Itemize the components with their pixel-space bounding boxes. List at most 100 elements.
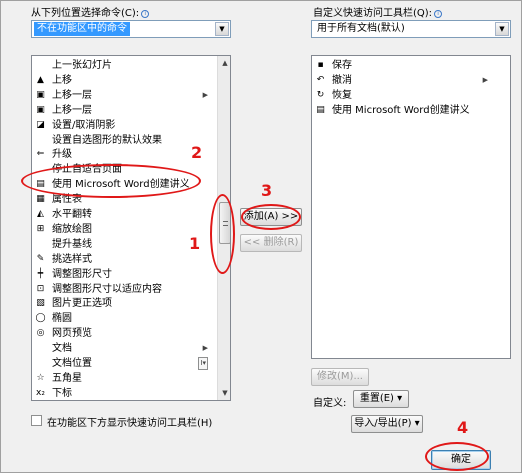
right_panel-item-label: 使用 Microsoft Word创建讲义	[332, 104, 470, 116]
cursor-dropdown-icon: I▾	[198, 357, 208, 370]
remove-button[interactable]: << 删除(R)	[240, 234, 302, 252]
left_panel-item[interactable]: ◯ 椭圆	[32, 311, 216, 326]
flip-horizontal-icon: ◭	[37, 209, 44, 219]
left_panel-item-label: 调整图形尺寸	[52, 268, 112, 280]
star-icon: ☆	[36, 372, 45, 383]
left_panel-item[interactable]: ┿ 调整图形尺寸	[32, 267, 216, 282]
submenu-arrow-icon: ▶	[202, 90, 208, 99]
show-below-ribbon-label: 在功能区下方显示快速访问工具栏(H)	[47, 418, 213, 429]
annotation-number-4: 4	[457, 418, 469, 437]
undo-icon: ↶	[316, 74, 325, 85]
info-icon: i	[434, 10, 443, 18]
right_panel-item[interactable]: ↻ 恢复	[312, 88, 496, 103]
left_panel-item-label: 下标	[52, 387, 72, 399]
blank-icon	[35, 358, 46, 369]
picture-correct-icon: ▧	[36, 298, 45, 309]
submenu-arrow-icon: ▶	[202, 344, 208, 353]
modify-button[interactable]: 修改(M)...	[311, 368, 369, 386]
import-export-button[interactable]: 导入/导出(P) ▾	[351, 415, 423, 433]
choose-commands-combo[interactable]: 不在功能区中的命令 ▼	[31, 20, 231, 38]
customize-qat-label: 自定义快速访问工具栏(Q): i	[313, 4, 443, 19]
show-below-ribbon-checkbox[interactable]	[31, 415, 42, 426]
left_panel-item[interactable]: x₂ 下标	[32, 386, 216, 400]
left_panel-item-label: 挑选样式	[52, 253, 92, 265]
web-preview-icon: ◎	[36, 328, 45, 339]
annotation-oval-2	[21, 164, 201, 198]
annotation-oval-1	[210, 194, 235, 274]
left_panel-item[interactable]: 设置自选图形的默认效果	[32, 133, 216, 148]
annotation-number-1: 1	[189, 234, 201, 253]
left_panel-item[interactable]: ◭ 水平翻转	[32, 207, 216, 222]
left_panel-item[interactable]: ⊡ 调整图形尺寸以适应内容	[32, 282, 216, 297]
qat-scope-combo[interactable]: 用于所有文档(默认) ▼	[311, 20, 511, 38]
scale-drawing-icon: ⊞	[36, 223, 45, 234]
save-icon: ▪	[317, 60, 324, 70]
annotation-oval-4	[425, 442, 489, 471]
scroll-down-icon[interactable]: ▼	[218, 386, 230, 400]
right_panel-item[interactable]: ▤ 使用 Microsoft Word创建讲义	[312, 103, 496, 118]
blank-icon	[35, 135, 46, 146]
promote-arrow-icon: ⇐	[36, 149, 45, 160]
left_panel-item-label: 升级	[52, 149, 72, 161]
left_panel-item[interactable]: ▣ 上移一层 ▶	[32, 88, 216, 103]
left_panel-item-label: 调整图形尺寸以适应内容	[52, 283, 162, 295]
left_panel-item[interactable]: ▣ 上移一层	[32, 103, 216, 118]
qat-scope-value: 用于所有文档(默认)	[317, 23, 405, 34]
left_panel-item[interactable]: 上一张幻灯片	[32, 58, 216, 73]
left_panel-item-label: 上一张幻灯片	[52, 60, 112, 71]
left_panel-item-label: 文档位置	[52, 358, 92, 369]
left_panel-item[interactable]: ◪ 设置/取消阴影	[32, 118, 216, 133]
annotation-number-2: 2	[191, 143, 203, 162]
left_panel-item-label: 缩放绘图	[52, 223, 92, 235]
triangle-up-icon: ▲	[37, 74, 44, 85]
redo-icon: ↻	[316, 89, 325, 100]
left_panel-item[interactable]: ▲ 上移	[32, 73, 216, 88]
slide-icon	[35, 60, 46, 71]
scroll-up-icon[interactable]: ▲	[218, 56, 230, 70]
blank-icon	[35, 239, 46, 250]
chevron-down-icon[interactable]: ▼	[215, 22, 229, 36]
left_panel-item-label: 上移一层	[52, 89, 92, 101]
right_panel-item-label: 撤消	[332, 74, 352, 86]
left_panel-item-label: 网页预览	[52, 328, 92, 340]
bring-forward-icon: ▣	[36, 89, 45, 100]
resize-fit-icon: ⊡	[36, 283, 45, 294]
annotation-number-3: 3	[261, 181, 273, 200]
left_panel-item-label: 设置/取消阴影	[52, 119, 116, 131]
left_panel-item[interactable]: ☆ 五角星	[32, 371, 216, 386]
left_panel-item-label: 文档	[52, 343, 72, 355]
choose-commands-value: 不在功能区中的命令	[34, 22, 130, 36]
right_panel-item[interactable]: ▪ 保存	[312, 58, 496, 73]
resize-shape-icon: ┿	[37, 268, 44, 279]
left_panel-item-label: 上移一层	[52, 104, 92, 116]
reset-button[interactable]: 重置(E) ▾	[353, 390, 409, 408]
left_panel-item[interactable]: ▧ 图片更正选项	[32, 296, 216, 311]
left_panel-item[interactable]: 文档 ▶	[32, 341, 216, 356]
subscript-icon: x₂	[36, 387, 45, 398]
left_panel-item[interactable]: ✎ 挑选样式	[32, 252, 216, 267]
choose-commands-label: 从下列位置选择命令(C): i	[31, 4, 150, 19]
left_panel-item-label: 五角星	[52, 372, 82, 384]
word-handout-icon: ▤	[316, 104, 325, 115]
left_panel-item-label: 水平翻转	[52, 209, 92, 220]
bring-forward-icon: ▣	[36, 104, 45, 115]
info-icon: i	[141, 10, 150, 18]
left_panel-item[interactable]: ⇐ 升级	[32, 147, 216, 162]
qat-listbox[interactable]: ▤ 使用 Microsoft Word创建讲义 ↻ 恢复 ↶ 撤消 ▶ ▪ 保存	[311, 55, 511, 359]
left_panel-item[interactable]: ◎ 网页预览	[32, 326, 216, 341]
right_panel-item[interactable]: ↶ 撤消 ▶	[312, 73, 496, 88]
ellipse-icon: ◯	[35, 313, 46, 324]
blank-icon	[35, 343, 46, 354]
commands-listbox[interactable]: x₂ 下标 ☆ 五角星 文档位置 I▾ 文档 ▶ ◎ 网页预览 ◯ 椭圆 ▧ 图片更正选项 ⊡ 调整图形尺寸以…	[31, 55, 231, 401]
customize-label: 自定义:	[313, 398, 347, 409]
left_panel-item-label: 提升基线	[52, 238, 92, 250]
left_panel-item-label: 椭圆	[52, 313, 72, 325]
shadow-icon: ◪	[36, 119, 45, 130]
annotation-oval-3	[241, 204, 301, 230]
property-sheet-icon: ▦	[36, 194, 45, 205]
chevron-down-icon[interactable]: ▼	[495, 22, 509, 36]
right_panel-item-label: 恢复	[332, 89, 352, 101]
right_panel-item-label: 保存	[332, 60, 352, 71]
submenu-arrow-icon: ▶	[482, 75, 488, 84]
left_panel-item[interactable]: 文档位置 I▾	[32, 356, 216, 371]
